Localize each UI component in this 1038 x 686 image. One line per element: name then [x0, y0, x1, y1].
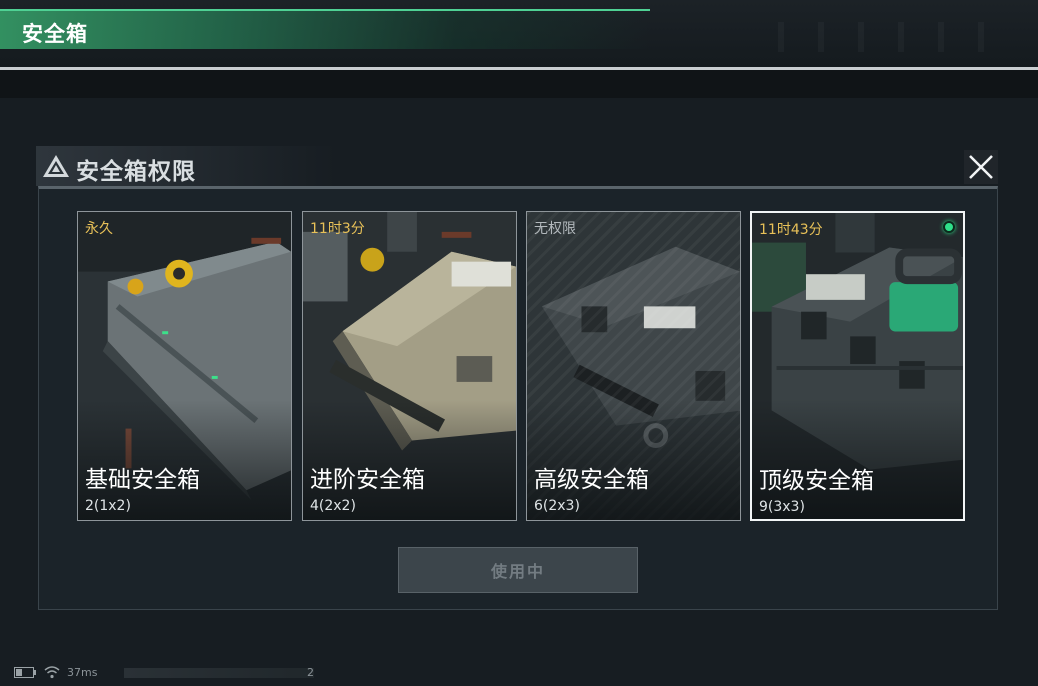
- card-status: 永久: [85, 221, 113, 237]
- wifi-icon: [44, 666, 60, 679]
- card-size: 2(1x2): [85, 498, 131, 514]
- card-status: 无权限: [534, 221, 576, 237]
- modal-header: 安全箱权限: [36, 146, 1001, 186]
- ping-text: 37ms: [67, 666, 98, 679]
- card-name: 进阶安全箱: [310, 467, 425, 493]
- header-title-strip: [0, 9, 650, 49]
- header-decoration: [778, 22, 1018, 52]
- warning-triangle-icon: [43, 155, 69, 177]
- in-use-button[interactable]: 使用中: [398, 547, 638, 593]
- battery-icon: [14, 667, 36, 678]
- card-name: 基础安全箱: [85, 467, 200, 493]
- modal-title: 安全箱权限: [76, 159, 196, 185]
- loading-track: [124, 668, 314, 678]
- page-number: 2: [307, 666, 314, 679]
- card-name: 顶级安全箱: [759, 468, 874, 494]
- top-header: 安全箱: [0, 0, 1038, 70]
- selected-indicator-icon: [943, 221, 955, 233]
- card-size: 6(2x3): [534, 498, 580, 514]
- safebox-card-advanced[interactable]: 11时3分 进阶安全箱 4(2x2): [302, 211, 517, 521]
- card-size: 4(2x2): [310, 498, 356, 514]
- card-status: 11时3分: [310, 221, 365, 237]
- card-name: 高级安全箱: [534, 467, 649, 493]
- safebox-card-basic[interactable]: 永久 基础安全箱 2(1x2): [77, 211, 292, 521]
- safebox-card-premium[interactable]: 无权限 高级安全箱 6(2x3): [526, 211, 741, 521]
- safebox-card-top[interactable]: 11时43分 顶级安全箱 9(3x3): [750, 211, 965, 521]
- card-status: 11时43分: [759, 222, 823, 238]
- card-size: 9(3x3): [759, 499, 805, 515]
- header-band: [0, 70, 1038, 98]
- close-icon[interactable]: [964, 150, 998, 184]
- page-title: 安全箱: [22, 22, 88, 46]
